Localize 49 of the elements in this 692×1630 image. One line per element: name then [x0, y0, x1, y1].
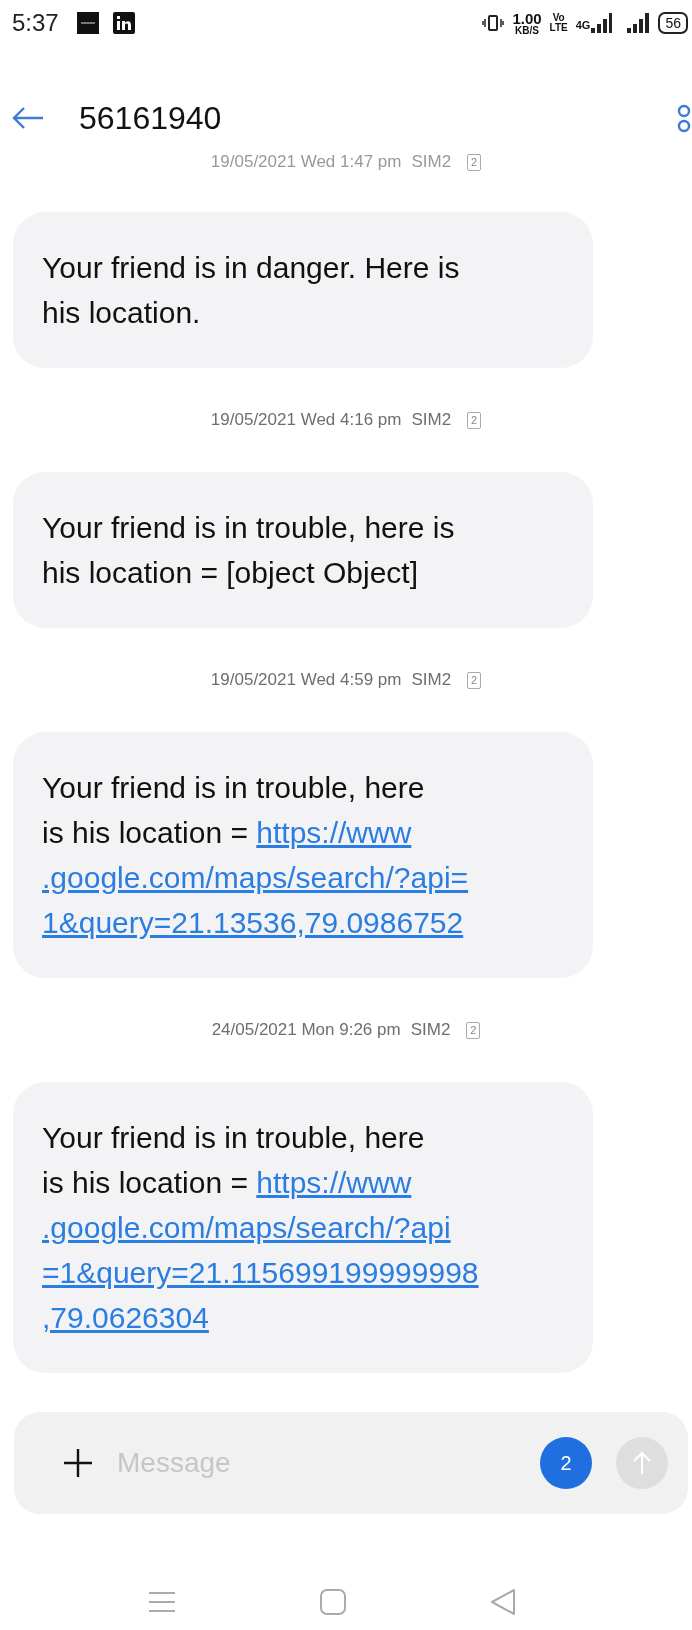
- message-time: 19/05/2021 Wed 4:59 pm: [210, 669, 402, 691]
- message-link[interactable]: .google.com/maps/search/?api=: [42, 861, 469, 894]
- signal-icon: [590, 12, 613, 34]
- message-text: Your friend is in trouble, here: [42, 771, 425, 804]
- message-text: Your friend is in trouble, here: [42, 1121, 425, 1154]
- message-link[interactable]: 1&query=21.13536,79.0986752: [42, 906, 464, 939]
- sim-icon: 2: [466, 1021, 481, 1039]
- sim-label: SIM2: [411, 151, 452, 173]
- data-speed: 1.00: [512, 10, 542, 26]
- speed-unit: KB/S: [515, 25, 539, 36]
- back-icon: [11, 106, 45, 130]
- add-icon: [63, 1448, 93, 1478]
- message-text: is his location =: [42, 1166, 249, 1199]
- message-link[interactable]: .google.com/maps/search/?api: [42, 1211, 451, 1244]
- volte-label: LTE: [549, 23, 568, 33]
- arrow-up-icon: [632, 1451, 652, 1475]
- sim-label: SIM2: [411, 669, 452, 691]
- message-text: is his location =: [42, 816, 249, 849]
- contact-title: 56161940: [79, 99, 223, 137]
- clock-time: 5:37: [12, 9, 59, 37]
- sim-icon: 2: [467, 671, 482, 689]
- battery-level: 56: [658, 12, 688, 34]
- vibrate-icon: [482, 13, 505, 33]
- menu-icon[interactable]: [148, 1590, 176, 1614]
- more-icon: [677, 103, 691, 133]
- signal-icon: [626, 12, 651, 34]
- sim-icon: 2: [467, 411, 482, 429]
- volte-label: Vo: [552, 13, 565, 23]
- network-type: 4G: [575, 18, 591, 31]
- home-icon[interactable]: [320, 1589, 346, 1615]
- sim-label: SIM2: [411, 409, 452, 431]
- message-text: his location.: [42, 296, 201, 329]
- message-text: Your friend is in danger. Here is: [42, 251, 460, 284]
- sim-label: SIM2: [410, 1019, 451, 1041]
- sim-select-button[interactable]: 2: [540, 1437, 592, 1489]
- sim-icon: 2: [467, 153, 482, 171]
- message-link[interactable]: =1&query=21.115699199999998: [42, 1256, 479, 1289]
- message-link[interactable]: ,79.0626304: [42, 1301, 209, 1334]
- message-link[interactable]: https://www: [256, 1166, 412, 1199]
- send-button[interactable]: [616, 1437, 668, 1489]
- message-time: 19/05/2021 Wed 1:47 pm: [210, 151, 402, 173]
- message-text: Your friend is in trouble, here is: [42, 511, 455, 544]
- app-icon: [76, 12, 99, 34]
- message-link[interactable]: https://www: [256, 816, 412, 849]
- message-text: his location = [object Object]: [42, 556, 419, 589]
- message-time: 24/05/2021 Mon 9:26 pm: [211, 1019, 401, 1041]
- app-icon: [112, 12, 135, 34]
- message-time: 19/05/2021 Wed 4:16 pm: [210, 409, 402, 431]
- back-nav-icon[interactable]: [490, 1588, 516, 1616]
